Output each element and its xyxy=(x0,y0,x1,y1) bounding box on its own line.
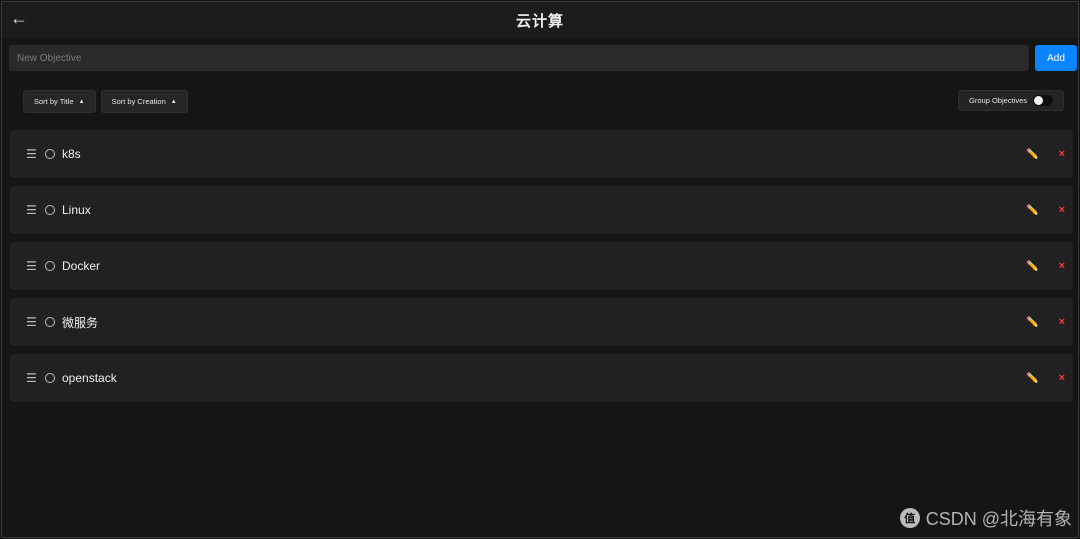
delete-x-icon[interactable]: × xyxy=(1059,148,1065,160)
new-objective-row: Add xyxy=(9,45,1077,71)
new-objective-input[interactable] xyxy=(9,45,1029,71)
objective-item[interactable]: ☰ k8s ✏️ × xyxy=(10,130,1073,178)
toggle-knob xyxy=(1034,96,1043,105)
watermark: 值 CSDN @北海有象 xyxy=(899,505,1072,531)
edit-pencil-icon[interactable]: ✏️ xyxy=(1026,373,1038,384)
drag-handle-icon[interactable]: ☰ xyxy=(26,259,42,273)
objective-title: 微服务 xyxy=(62,315,99,330)
item-actions: ✏️ × xyxy=(1026,186,1065,234)
complete-circle-icon[interactable] xyxy=(45,261,55,271)
objective-item[interactable]: ☰ Linux ✏️ × xyxy=(10,186,1073,234)
sort-ascending-icon: ▲ xyxy=(78,98,85,105)
objective-title: Docker xyxy=(62,259,101,273)
edit-pencil-icon[interactable]: ✏️ xyxy=(1026,205,1038,216)
back-arrow-icon[interactable]: ← xyxy=(10,8,28,29)
delete-x-icon[interactable]: × xyxy=(1059,316,1065,328)
objective-item[interactable]: ☰ Docker ✏️ × xyxy=(10,242,1073,290)
sort-by-creation-button[interactable]: Sort by Creation ▲ xyxy=(100,90,188,113)
delete-x-icon[interactable]: × xyxy=(1059,204,1065,216)
complete-circle-icon[interactable] xyxy=(45,317,55,327)
edit-pencil-icon[interactable]: ✏️ xyxy=(1026,149,1038,160)
sort-by-title-label: Sort by Title xyxy=(34,97,74,106)
drag-handle-icon[interactable]: ☰ xyxy=(26,147,42,161)
delete-x-icon[interactable]: × xyxy=(1059,372,1065,384)
objective-item[interactable]: ☰ openstack ✏️ × xyxy=(10,354,1073,402)
app-window: ← 云计算 Add Sort by Title ▲ Sort by Creati… xyxy=(1,1,1079,538)
complete-circle-icon[interactable] xyxy=(45,149,55,159)
complete-circle-icon[interactable] xyxy=(45,373,55,383)
objective-item[interactable]: ☰ 微服务 ✏️ × xyxy=(10,298,1073,346)
sort-ascending-icon: ▲ xyxy=(170,98,177,105)
group-objectives-label: Group Objectives xyxy=(969,96,1027,105)
objective-title: Linux xyxy=(62,203,91,217)
objective-title: k8s xyxy=(62,147,81,161)
toggle-switch[interactable] xyxy=(1033,95,1053,106)
add-button[interactable]: Add xyxy=(1035,45,1077,71)
objective-title: openstack xyxy=(62,371,117,385)
item-actions: ✏️ × xyxy=(1026,298,1065,346)
complete-circle-icon[interactable] xyxy=(45,205,55,215)
sort-controls: Sort by Title ▲ Sort by Creation ▲ xyxy=(23,90,188,113)
drag-handle-icon[interactable]: ☰ xyxy=(26,315,42,329)
item-actions: ✏️ × xyxy=(1026,354,1065,402)
watermark-text: CSDN @北海有象 xyxy=(925,509,1072,529)
edit-pencil-icon[interactable]: ✏️ xyxy=(1026,261,1038,272)
page-title: 云计算 xyxy=(515,12,564,30)
edit-pencil-icon[interactable]: ✏️ xyxy=(1026,317,1038,328)
item-actions: ✏️ × xyxy=(1026,242,1065,290)
delete-x-icon[interactable]: × xyxy=(1059,260,1065,272)
drag-handle-icon[interactable]: ☰ xyxy=(26,203,42,217)
group-objectives-toggle[interactable]: Group Objectives xyxy=(958,90,1064,111)
sort-by-creation-label: Sort by Creation xyxy=(111,97,166,106)
drag-handle-icon[interactable]: ☰ xyxy=(26,371,42,385)
top-bar: ← 云计算 xyxy=(2,2,1078,38)
item-actions: ✏️ × xyxy=(1026,130,1065,178)
objective-list: ☰ k8s ✏️ × ☰ Linux ✏️ × ☰ Docker ✏️ × ☰ … xyxy=(10,130,1073,410)
watermark-logo-icon: 值 xyxy=(899,508,920,528)
sort-by-title-button[interactable]: Sort by Title ▲ xyxy=(23,90,96,113)
